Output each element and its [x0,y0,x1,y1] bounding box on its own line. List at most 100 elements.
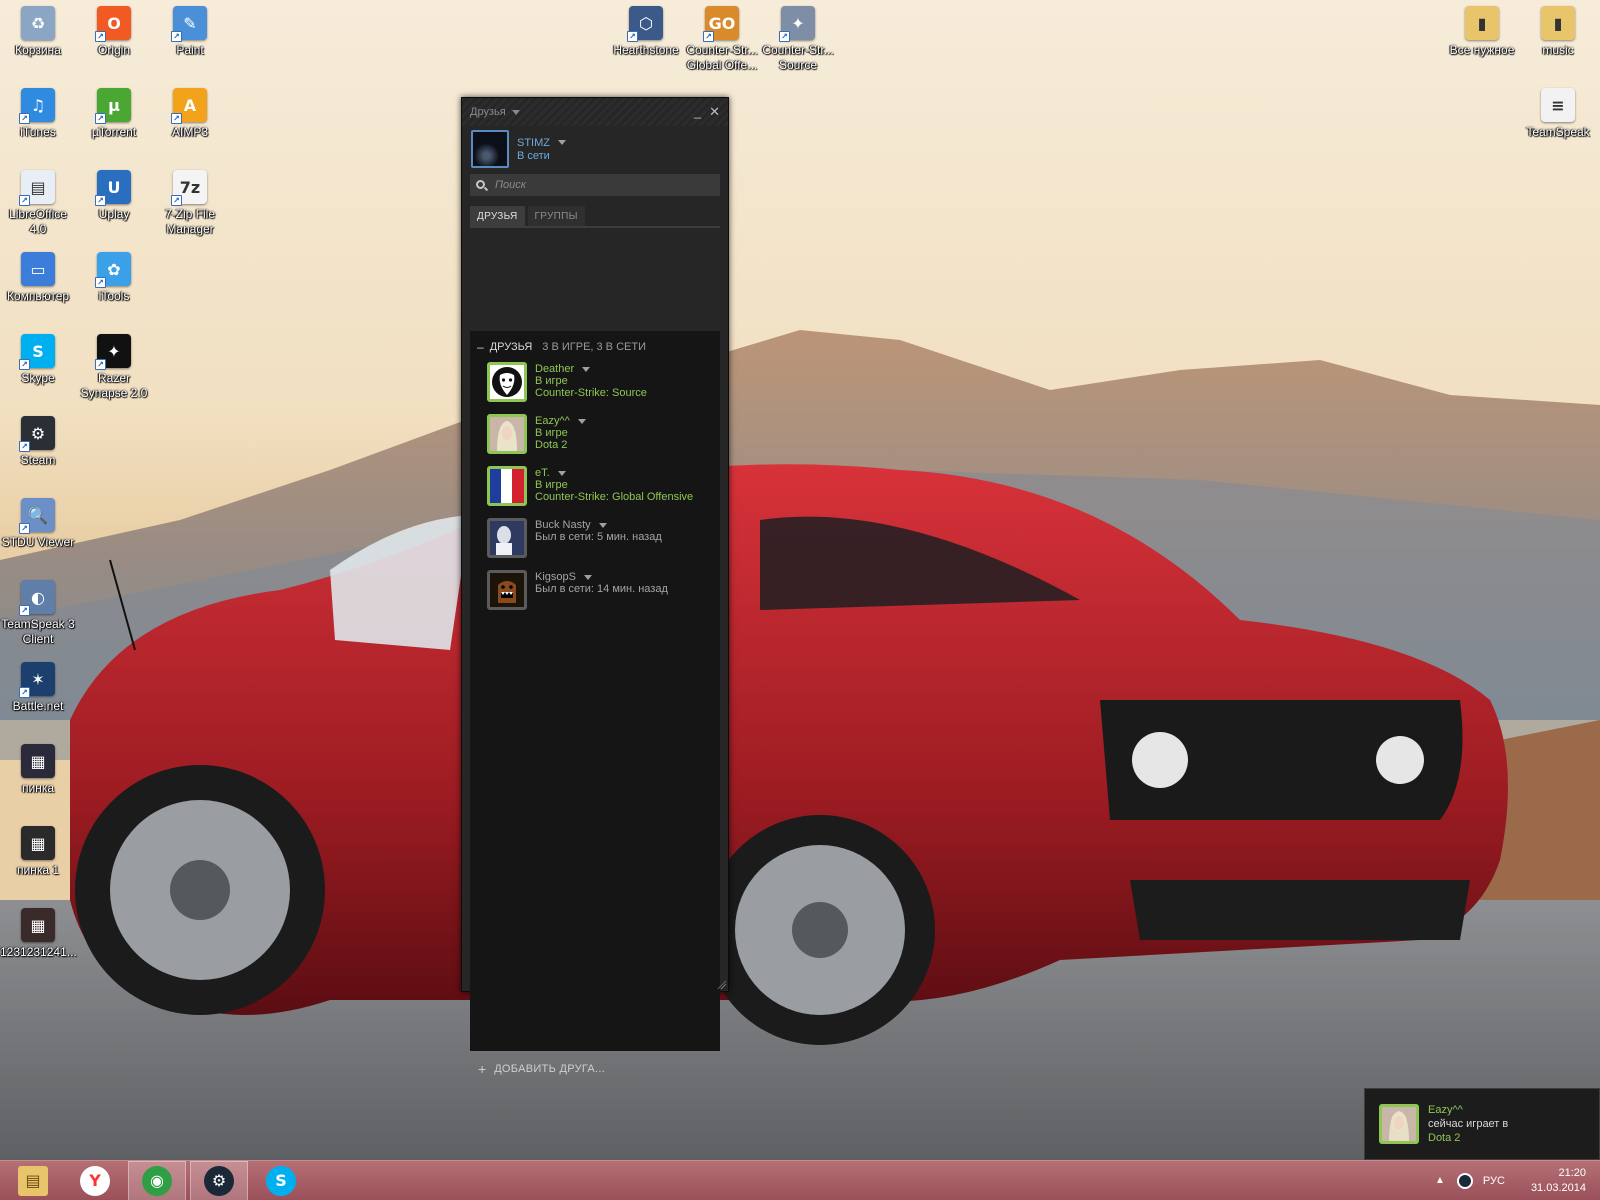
add-friend-button[interactable]: + ДОБАВИТЬ ДРУГА... [470,1061,605,1077]
friends-list[interactable]: – ДРУЗЬЯ 3 В ИГРЕ, 3 В СЕТИ Deather В игр… [470,331,720,1051]
shortcut-arrow-icon: ↗ [171,113,182,124]
user-name[interactable]: STIMZ [517,137,550,149]
title-dropdown-icon[interactable] [511,109,520,115]
tray-expand-icon[interactable]: ▲ [1435,1175,1445,1186]
chevron-down-icon[interactable] [583,574,592,580]
clock[interactable]: 21:20 31.03.2014 [1531,1166,1586,1196]
desktop-icon[interactable]: ♻ Корзина [0,2,76,58]
resize-grip[interactable] [716,979,726,989]
desktop-icon[interactable]: ✿ ↗ iTools [76,248,152,304]
steam-tray-icon[interactable] [1456,1172,1473,1189]
friend-notification[interactable]: Eazy^^ сейчас играет в Dota 2 [1364,1088,1600,1160]
user-status: В сети [517,149,550,162]
taskbar-item-skype[interactable]: S [252,1161,310,1200]
desktop-icon[interactable]: U ↗ Uplay [76,166,152,222]
desktop-icon[interactable]: 7z ↗ 7-Zip File Manager [152,166,228,237]
notification-game: Dota 2 [1428,1132,1461,1144]
image-file-icon: ▦ [21,908,55,942]
icon-glyph: ▤ [30,177,46,197]
chevron-down-icon[interactable] [598,522,607,528]
taskbar-item-yandex[interactable]: Y [66,1161,124,1200]
window-titlebar[interactable]: Друзья _ ✕ [462,98,728,126]
collapse-icon[interactable]: – [477,340,484,354]
avatar[interactable] [487,414,527,454]
group-header[interactable]: – ДРУЗЬЯ 3 В ИГРЕ, 3 В СЕТИ [470,334,720,360]
friend-item[interactable]: Eazy^^ В игре Dota 2 [470,414,720,464]
clock-time: 21:20 [1558,1166,1586,1179]
friend-name[interactable]: eT. [535,467,550,479]
language-indicator[interactable]: РУС [1483,1175,1505,1187]
desktop-icon[interactable]: ▦ 1231231241... [0,904,77,960]
desktop-icon[interactable]: ⬡ ↗ Hearthstone [608,2,684,58]
avatar[interactable] [487,362,527,402]
taskbar-item-chrome[interactable]: ◉ [128,1160,186,1200]
desktop-icon[interactable]: ≡ TeamSpeak [1520,84,1596,140]
search-bar[interactable] [470,174,720,196]
desktop-icon[interactable]: ▮ Все нужное [1444,2,1520,58]
friend-item[interactable]: eT. В игре Counter-Strike: Global Offensiv… [470,466,720,516]
avatar[interactable] [487,466,527,506]
friend-item[interactable]: KigsopS Был в сети: 14 мин. назад [470,570,720,620]
chevron-down-icon[interactable] [557,470,566,476]
yandex-browser-icon: Y [80,1165,110,1196]
desktop-icon[interactable]: ✎ ↗ Paint [152,2,228,58]
desktop-icon[interactable]: 🔍 ↗ STDU Viewer [0,494,76,550]
chevron-down-icon[interactable] [582,366,591,372]
notification-name: Eazy^^ [1428,1104,1463,1116]
desktop-icon[interactable]: ▭ Компьютер [0,248,76,304]
itools-icon: ✿ ↗ [95,252,131,288]
friend-name[interactable]: Eazy^^ [535,415,570,427]
desktop-icon[interactable]: ✦ ↗ Counter-Str... Source [760,2,836,73]
chevron-down-icon[interactable] [577,418,586,424]
desktop-icon-label: Battle.net [12,699,64,713]
icon-glyph: ♻ [30,13,46,33]
desktop-icon[interactable]: GO ↗ Counter-Str... Global Offe... [684,2,760,73]
close-button[interactable]: ✕ [709,105,720,118]
friend-item[interactable]: Deather В игре Counter-Strike: Source [470,362,720,412]
desktop-icon-label: Counter-Str... Source [762,43,834,72]
friend-game: Dota 2 [535,439,568,451]
desktop-icon[interactable]: µ ↗ µTorrent [76,84,152,140]
desktop-icon[interactable]: ✦ ↗ Razer Synapse 2.0 [76,330,152,401]
desktop-icon[interactable]: ▦ пинка [0,740,76,796]
domo-monster-icon [490,573,524,607]
desktop-icon[interactable]: ◐ ↗ TeamSpeak 3 Client [0,576,76,647]
desktop-icon[interactable]: ♫ ↗ iTunes [0,84,76,140]
minimize-button[interactable]: _ [694,105,701,118]
search-input[interactable] [495,179,714,191]
tab-groups[interactable]: ГРУППЫ [527,206,585,226]
friend-status: В игре [535,479,568,491]
desktop-icon-label: Корзина [15,43,61,57]
avatar[interactable] [487,570,527,610]
friend-name[interactable]: Buck Nasty [535,519,591,531]
taskbar-item-steam[interactable]: ⚙ [190,1160,248,1200]
desktop-icon[interactable]: A ↗ AIMP3 [152,84,228,140]
chevron-down-icon[interactable] [558,140,566,145]
desktop-icon[interactable]: ⚙ ↗ Steam [0,412,76,468]
friend-name[interactable]: KigsopS [535,571,576,583]
desktop-icon[interactable]: ▤ ↗ LibreOffice 4.0 [0,166,76,237]
desktop-icon-label: Origin [97,43,130,57]
taskbar-item-explorer[interactable]: ▤ [4,1161,62,1200]
file-explorer-icon: ▤ [18,1165,48,1196]
friend-name[interactable]: Deather [535,363,574,375]
desktop-icon[interactable]: ▦ пинка 1 [0,822,76,878]
shortcut-arrow-icon: ↗ [171,195,182,206]
friend-status: В игре [535,427,568,439]
avatar[interactable] [487,518,527,558]
shortcut-arrow-icon: ↗ [95,31,106,42]
desktop-icon[interactable]: ✶ ↗ Battle.net [0,658,76,714]
icon-glyph: ▦ [30,751,46,771]
friend-item[interactable]: Buck Nasty Был в сети: 5 мин. назад [470,518,720,568]
plus-icon: + [478,1061,487,1077]
tab-friends[interactable]: ДРУЗЬЯ [470,206,525,226]
desktop-icon[interactable]: O ↗ Origin [76,2,152,58]
avatar[interactable] [471,130,509,168]
icon-glyph: µ [108,95,120,115]
desktop-icon[interactable]: S ↗ Skype [0,330,76,386]
desktop-icon[interactable]: ▮ music [1520,2,1596,58]
shortcut-arrow-icon: ↗ [19,195,30,206]
current-user[interactable]: STIMZ В сети [462,126,728,174]
desktop-icon-label: Компьютер [6,289,70,303]
shortcut-arrow-icon: ↗ [703,31,714,42]
